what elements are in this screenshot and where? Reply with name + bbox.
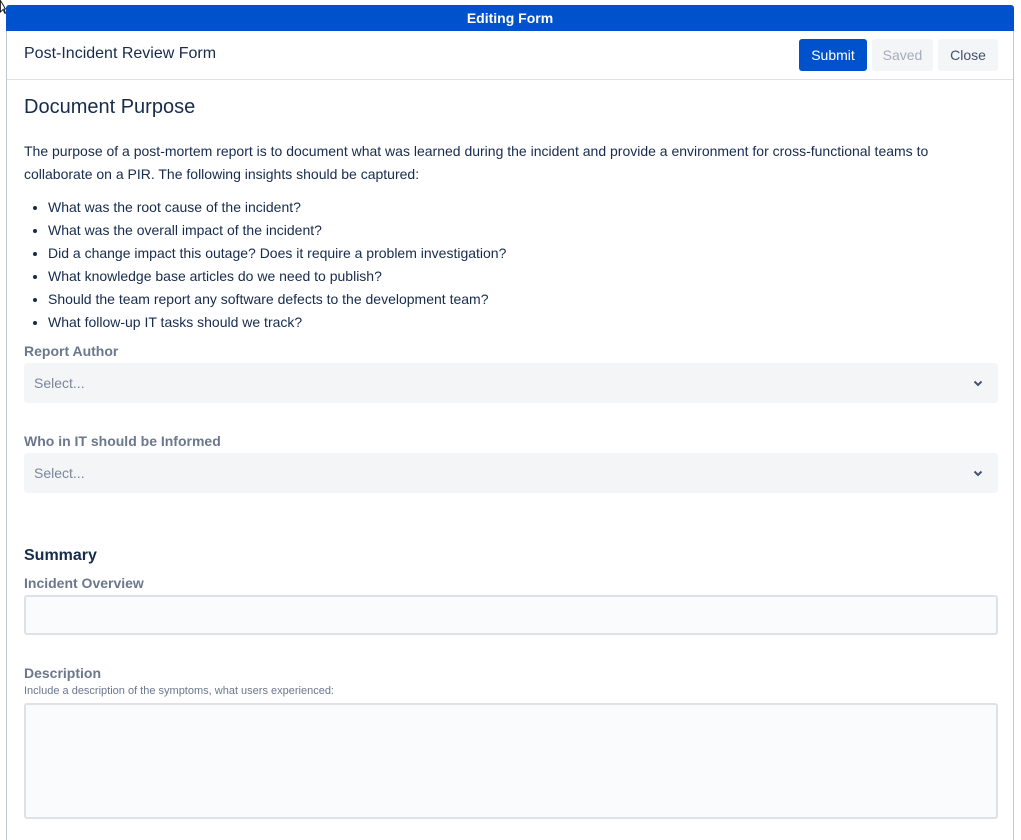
list-item: Should the team report any software defe… <box>48 288 506 311</box>
list-item: What knowledge base articles do we need … <box>48 265 506 288</box>
list-item: Did a change impact this outage? Does it… <box>48 242 506 265</box>
list-item: What was the root cause of the incident? <box>48 196 506 219</box>
submit-button[interactable]: Submit <box>799 39 867 71</box>
description-label: Description <box>24 665 102 681</box>
chevron-down-icon <box>973 470 983 477</box>
editing-form-banner: Editing Form <box>6 5 1014 31</box>
section-heading-summary: Summary <box>24 547 97 564</box>
informed-select[interactable]: Select... <box>24 453 998 493</box>
chevron-down-icon <box>973 380 983 387</box>
section-heading-document-purpose: Document Purpose <box>24 96 196 118</box>
form-panel: Post-Incident Review Form Submit Saved C… <box>6 31 1014 840</box>
close-button[interactable]: Close <box>938 39 998 71</box>
report-author-placeholder: Select... <box>34 375 85 391</box>
description-hint: Include a description of the symptoms, w… <box>24 685 334 697</box>
informed-placeholder: Select... <box>34 465 85 481</box>
form-title: Post-Incident Review Form <box>24 45 217 62</box>
incident-overview-label: Incident Overview <box>24 575 144 591</box>
form-header: Post-Incident Review Form Submit Saved C… <box>7 31 1013 80</box>
saved-button: Saved <box>872 39 933 71</box>
description-textarea[interactable] <box>24 703 998 819</box>
report-author-select[interactable]: Select... <box>24 363 998 403</box>
report-author-label: Report Author <box>24 343 119 359</box>
incident-overview-input[interactable] <box>24 595 998 635</box>
informed-label: Who in IT should be Informed <box>24 433 221 449</box>
list-item: What follow-up IT tasks should we track? <box>48 311 506 334</box>
insights-list: What was the root cause of the incident?… <box>24 196 506 334</box>
list-item: What was the overall impact of the incid… <box>48 219 506 242</box>
purpose-intro-text: The purpose of a post-mortem report is t… <box>24 143 929 182</box>
